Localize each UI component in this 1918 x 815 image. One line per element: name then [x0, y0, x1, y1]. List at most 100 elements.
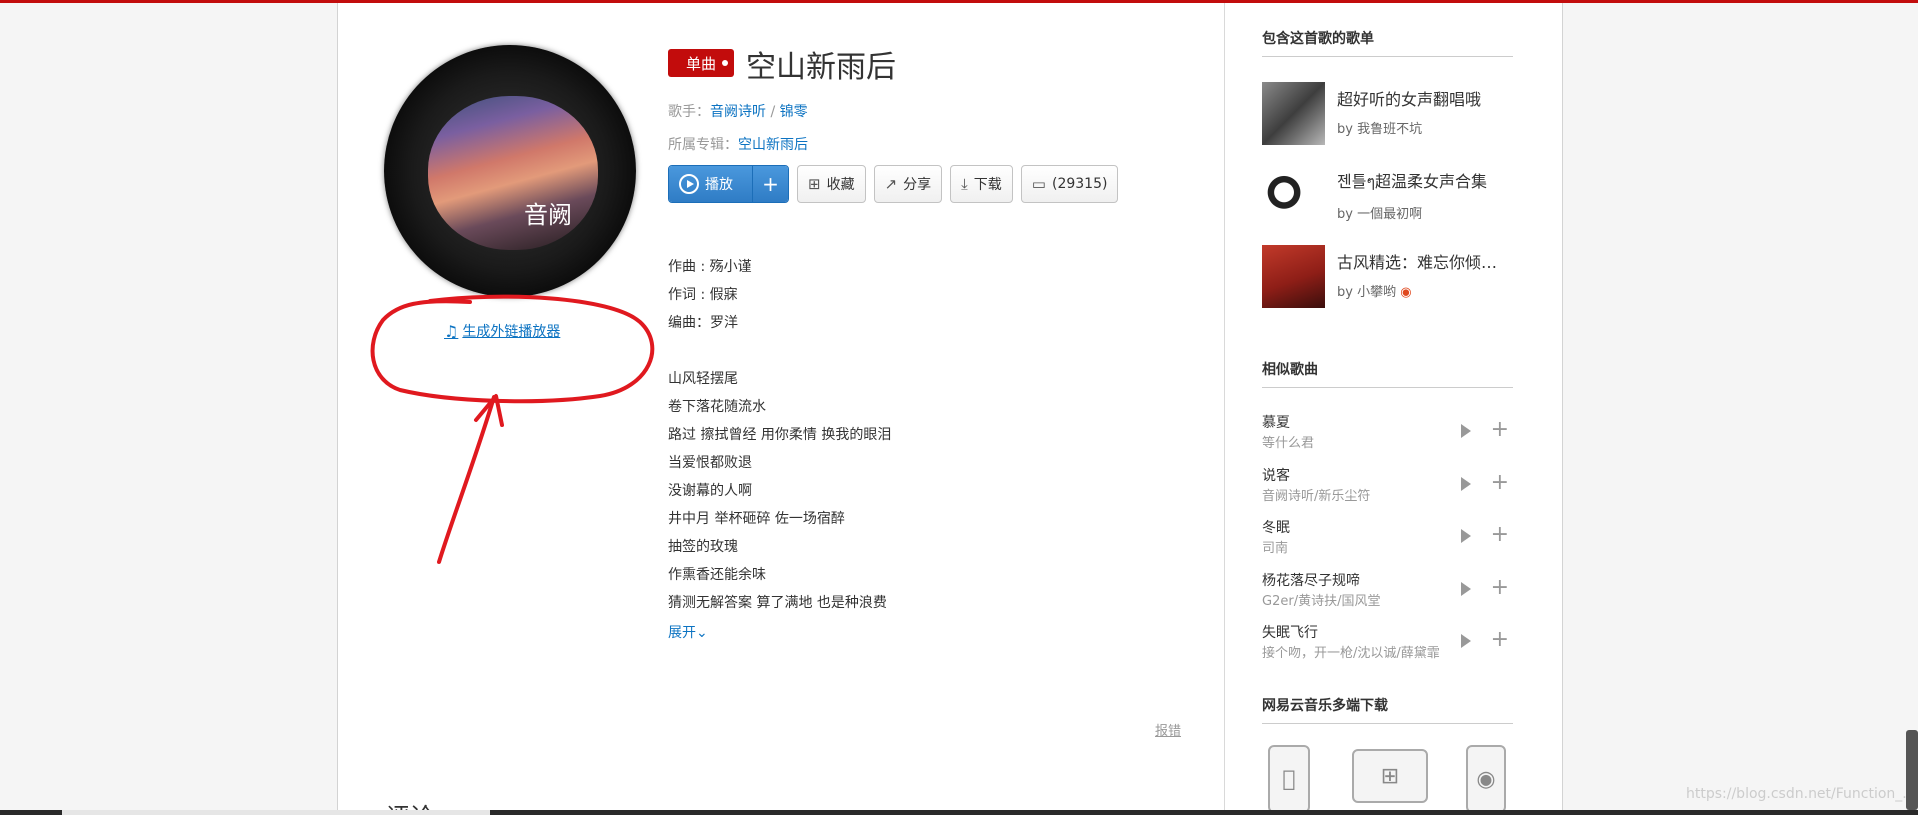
playlist-cover[interactable] — [1262, 82, 1325, 145]
playlist-user[interactable]: 我鲁班不坑 — [1357, 122, 1422, 137]
playlist-item[interactable]: 古风精选：难忘你倾城一笑 by 小攀哟 ◉ — [1262, 245, 1513, 308]
comment-count: (29315) — [1051, 176, 1108, 192]
playlist-title[interactable]: 젠틀ๆ超温柔女声合集 — [1337, 168, 1513, 195]
chevron-down-icon: ⌄ — [696, 625, 708, 641]
artist-line: 歌手：音阙诗听 / 锦零 — [668, 101, 808, 121]
similar-song-item[interactable]: 失眠飞行 接个吻，开一枪/沈以诚/薛黛霏 + — [1262, 622, 1513, 666]
comment-icon: ▭ — [1031, 175, 1046, 193]
similar-song-item[interactable]: 慕夏 等什么君 + — [1262, 412, 1513, 456]
similar-song-name[interactable]: 冬眠 — [1262, 517, 1513, 537]
artist-label: 歌手： — [668, 104, 710, 120]
scrollbar[interactable] — [1906, 730, 1918, 810]
playlist-cover[interactable] — [1262, 245, 1325, 308]
album-label: 所属专辑： — [668, 137, 738, 153]
lyrics-block: 作曲 : 殇小谨 作词 : 假寐 编曲：罗洋 山风轻摆尾 卷下落花随流水 路过 … — [668, 253, 891, 617]
comment-button[interactable]: ▭ (29315) — [1020, 165, 1119, 203]
similar-song-artist[interactable]: 等什么君 — [1262, 432, 1452, 451]
external-player-label: 生成外链播放器 — [462, 324, 561, 340]
play-icon — [679, 174, 699, 194]
play-button[interactable]: 播放 — [669, 166, 752, 202]
playlist-user[interactable]: 小攀哟 — [1357, 285, 1396, 300]
plus-icon[interactable]: + — [1491, 575, 1509, 600]
plus-icon[interactable]: + — [1491, 522, 1509, 547]
playlist-by: by — [1337, 122, 1353, 137]
playlist-cover[interactable] — [1262, 164, 1325, 227]
lyric-line: 作熏香还能余味 — [668, 567, 766, 583]
playlists-section-header: 包含这首歌的歌单 — [1262, 28, 1513, 57]
artist-link-1[interactable]: 音阙诗听 — [710, 104, 766, 120]
download-title: 网易云音乐多端下载 — [1262, 695, 1513, 724]
lyric-spacer — [668, 337, 891, 365]
lyric-line: 当爱恨都败退 — [668, 455, 752, 471]
windows-icon[interactable]: ⊞ — [1352, 749, 1428, 803]
cover-seal: 音阙 — [524, 201, 572, 229]
generate-external-player-link[interactable]: ♫ 生成外链播放器 — [444, 321, 560, 341]
play-icon[interactable] — [1461, 582, 1471, 596]
artist-link-2[interactable]: 锦零 — [780, 104, 808, 120]
folder-plus-icon: ⊞ — [808, 175, 821, 193]
download-button[interactable]: ⤓ 下载 — [950, 165, 1013, 203]
lyric-line: 井中月 举杯砸碎 佐一场宿醉 — [668, 511, 845, 527]
similar-song-name[interactable]: 失眠飞行 — [1262, 622, 1513, 642]
apple-icon[interactable]:  — [1268, 745, 1310, 813]
download-section-header: 网易云音乐多端下载 — [1262, 695, 1513, 724]
share-label: 分享 — [903, 177, 932, 193]
similar-song-item[interactable]: 说客 音阙诗听/新乐尘符 + — [1262, 465, 1513, 509]
similar-song-artist[interactable]: 司南 — [1262, 537, 1452, 556]
single-badge: 单曲 — [668, 49, 734, 77]
similar-song-artist[interactable]: G2er/黄诗扶/国风堂 — [1262, 590, 1452, 609]
lyric-line: 卷下落花随流水 — [668, 399, 766, 415]
play-button-group: 播放 + — [668, 165, 789, 203]
expand-lyrics-link[interactable]: 展开⌄ — [668, 622, 708, 642]
play-icon[interactable] — [1461, 424, 1471, 438]
download-label: 下载 — [973, 177, 1002, 193]
report-error-link[interactable]: 报错 — [1155, 720, 1181, 739]
lyric-line: 作曲 : 殇小谨 — [668, 259, 752, 275]
plus-icon[interactable]: + — [1491, 627, 1509, 652]
play-icon[interactable] — [1461, 634, 1471, 648]
playlist-title[interactable]: 古风精选：难忘你倾城一笑 — [1337, 249, 1513, 273]
similar-song-name[interactable]: 说客 — [1262, 465, 1513, 485]
plus-icon[interactable]: + — [1491, 470, 1509, 495]
verified-icon: ◉ — [1400, 285, 1412, 300]
expand-label: 展开 — [668, 625, 696, 641]
album-link[interactable]: 空山新雨后 — [738, 137, 808, 153]
playlist-by: by — [1337, 285, 1353, 300]
taskbar-active-item — [62, 810, 490, 815]
lyric-line: 路过 擦拭曾经 用你柔情 换我的眼泪 — [668, 427, 892, 443]
playlist-user[interactable]: 一個最初啊 — [1357, 207, 1422, 222]
similar-title: 相似歌曲 — [1262, 359, 1513, 388]
playlist-by: by — [1337, 207, 1353, 222]
share-button[interactable]: ↗ 分享 — [873, 165, 943, 203]
download-icon: ⤓ — [961, 175, 968, 193]
play-icon[interactable] — [1461, 529, 1471, 543]
collect-label: 收藏 — [826, 177, 855, 193]
collect-button[interactable]: ⊞ 收藏 — [797, 165, 866, 203]
playlist-item[interactable]: 젠틀ๆ超温柔女声合集 by 一個最初啊 — [1262, 164, 1513, 227]
plus-icon[interactable]: + — [1491, 417, 1509, 442]
similar-section-header: 相似歌曲 — [1262, 359, 1513, 388]
song-title: 空山新雨后 — [746, 50, 896, 85]
similar-song-name[interactable]: 杨花落尽子规啼 — [1262, 570, 1513, 590]
playlist-title[interactable]: 超好听的女声翻唱哦 — [1337, 86, 1513, 110]
play-label: 播放 — [705, 177, 733, 193]
lyric-line: 山风轻摆尾 — [668, 371, 738, 387]
playlists-title: 包含这首歌的歌单 — [1262, 28, 1513, 57]
lyric-line: 作词 : 假寐 — [668, 287, 738, 303]
lyric-line: 没谢幕的人啊 — [668, 483, 752, 499]
album-cover: 音阙 — [428, 96, 598, 250]
similar-song-item[interactable]: 冬眠 司南 + — [1262, 517, 1513, 561]
watermark: https://blog.csdn.net/Function_... — [1686, 786, 1916, 802]
playlist-item[interactable]: 超好听的女声翻唱哦 by 我鲁班不坑 — [1262, 82, 1513, 145]
column-divider — [1224, 3, 1225, 815]
similar-song-name[interactable]: 慕夏 — [1262, 412, 1513, 432]
album-line: 所属专辑：空山新雨后 — [668, 134, 808, 154]
similar-song-artist[interactable]: 接个吻，开一枪/沈以诚/薛黛霏 — [1262, 642, 1452, 661]
action-bar: 播放 + ⊞ 收藏 ↗ 分享 ⤓ 下载 ▭ (29315) — [668, 165, 1119, 203]
taskbar-strip — [0, 810, 1918, 815]
similar-song-artist[interactable]: 音阙诗听/新乐尘符 — [1262, 485, 1452, 504]
add-to-queue-button[interactable]: + — [752, 166, 788, 202]
android-icon[interactable]: ◉ — [1466, 745, 1506, 813]
similar-song-item[interactable]: 杨花落尽子规啼 G2er/黄诗扶/国风堂 + — [1262, 570, 1513, 614]
play-icon[interactable] — [1461, 477, 1471, 491]
